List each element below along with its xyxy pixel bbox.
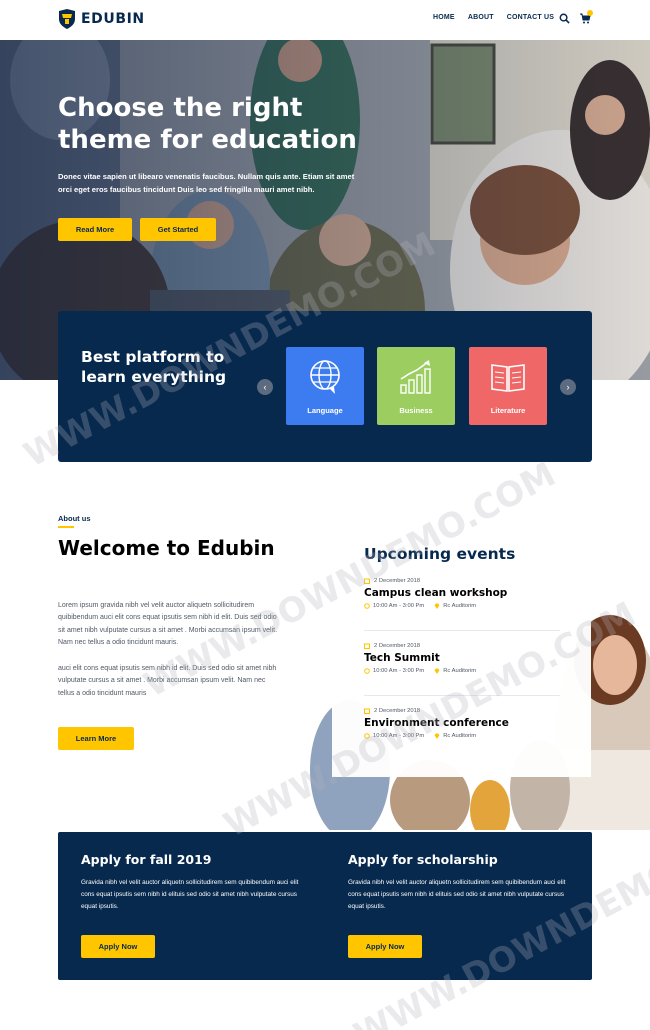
calendar-icon: [364, 708, 370, 714]
event-name[interactable]: Environment conference: [364, 717, 560, 729]
about-kicker: About us: [58, 514, 91, 523]
category-card-language[interactable]: Language: [286, 347, 364, 425]
apply-text: Gravida nibh vel velit auctor aliquetn s…: [81, 879, 299, 911]
map-pin-icon: [435, 733, 440, 739]
event-item[interactable]: 2 December 2018 Campus clean workshop 10…: [364, 578, 560, 609]
about-title: Welcome to Edubin: [58, 536, 275, 560]
hero-title: Choose the right theme for education: [58, 93, 357, 155]
upcoming-events-card: Upcoming events 2 December 2018 Campus c…: [332, 517, 591, 777]
event-date: 2 December 2018: [374, 643, 421, 649]
apply-title: Apply for fall 2019: [81, 852, 212, 867]
event-date: 2 December 2018: [374, 578, 421, 584]
map-pin-icon: [435, 668, 440, 674]
apply-section: Apply for fall 2019 Gravida nibh vel vel…: [58, 832, 592, 980]
event-date: 2 December 2018: [374, 708, 421, 714]
event-item[interactable]: 2 December 2018 Tech Summit 10:00 Am - 3…: [364, 643, 560, 674]
about-paragraph-2: auci elit cons equat ipsutis sem nibh id…: [58, 665, 277, 697]
event-name[interactable]: Campus clean workshop: [364, 587, 560, 599]
clock-icon: [364, 733, 370, 739]
category-label: Language: [307, 406, 343, 415]
apply-scholarship-card: Apply for scholarship Gravida nibh vel v…: [325, 832, 592, 980]
kicker-underline: [58, 526, 74, 528]
apply-fall-card: Apply for fall 2019 Gravida nibh vel vel…: [58, 832, 325, 980]
get-started-button[interactable]: Get Started: [140, 218, 216, 241]
nav-contact[interactable]: CONTACT US: [507, 14, 554, 21]
chevron-right-icon: ›: [566, 382, 570, 392]
event-name[interactable]: Tech Summit: [364, 652, 560, 664]
category-card-business[interactable]: Business: [377, 347, 455, 425]
clock-icon: [364, 603, 370, 609]
cart-badge: [587, 10, 593, 16]
about-paragraph-1: Lorem ipsum gravida nibh vel velit aucto…: [58, 602, 278, 647]
read-more-button[interactable]: Read More: [58, 218, 132, 241]
event-time: 10:00 Am - 3:00 Pm: [373, 603, 425, 609]
site-header: EDUBIN HOME ABOUT CONTACT US: [0, 0, 650, 40]
apply-title: Apply for scholarship: [348, 852, 498, 867]
event-place: Rc Auditorim: [443, 603, 477, 609]
carousel-next-button[interactable]: ›: [560, 379, 576, 395]
nav-home[interactable]: HOME: [433, 14, 455, 21]
event-time: 10:00 Am - 3:00 Pm: [373, 668, 425, 674]
calendar-icon: [364, 643, 370, 649]
map-pin-icon: [435, 603, 440, 609]
event-place: Rc Auditorim: [443, 733, 477, 739]
event-item[interactable]: 2 December 2018 Environment conference 1…: [364, 708, 560, 739]
hero-subtitle: Donec vitae sapien ut libearo venenatis …: [58, 172, 355, 194]
category-label: Business: [399, 406, 433, 415]
brand-name: EDUBIN: [81, 11, 145, 27]
open-book-icon: [491, 364, 525, 392]
event-place: Rc Auditorim: [443, 668, 477, 674]
search-icon[interactable]: [559, 13, 570, 24]
apply-now-button[interactable]: Apply Now: [348, 935, 422, 958]
globe-chat-icon: [310, 360, 340, 394]
apply-text: Gravida nibh vel velit auctor aliquetn s…: [348, 879, 566, 911]
brand-logo[interactable]: EDUBIN: [58, 9, 145, 29]
carousel-prev-button[interactable]: ‹: [257, 379, 273, 395]
event-divider: [364, 695, 560, 696]
apply-now-button[interactable]: Apply Now: [81, 935, 155, 958]
event-time: 10:00 Am - 3:00 Pm: [373, 733, 425, 739]
category-panel: Best platform to learn everything ‹ Lang…: [58, 311, 592, 462]
shield-logo-icon: [59, 9, 75, 29]
learn-more-button[interactable]: Learn More: [58, 727, 134, 750]
main-nav: HOME ABOUT CONTACT US: [433, 14, 554, 21]
category-label: Literature: [490, 406, 526, 415]
category-panel-title: Best platform to learn everything: [81, 348, 227, 386]
growth-chart-icon: [400, 360, 431, 394]
clock-icon: [364, 668, 370, 674]
event-divider: [364, 630, 560, 631]
chevron-left-icon: ‹: [263, 382, 267, 392]
events-title: Upcoming events: [364, 545, 516, 563]
nav-about[interactable]: ABOUT: [468, 14, 494, 21]
calendar-icon: [364, 578, 370, 584]
category-card-literature[interactable]: Literature: [469, 347, 547, 425]
